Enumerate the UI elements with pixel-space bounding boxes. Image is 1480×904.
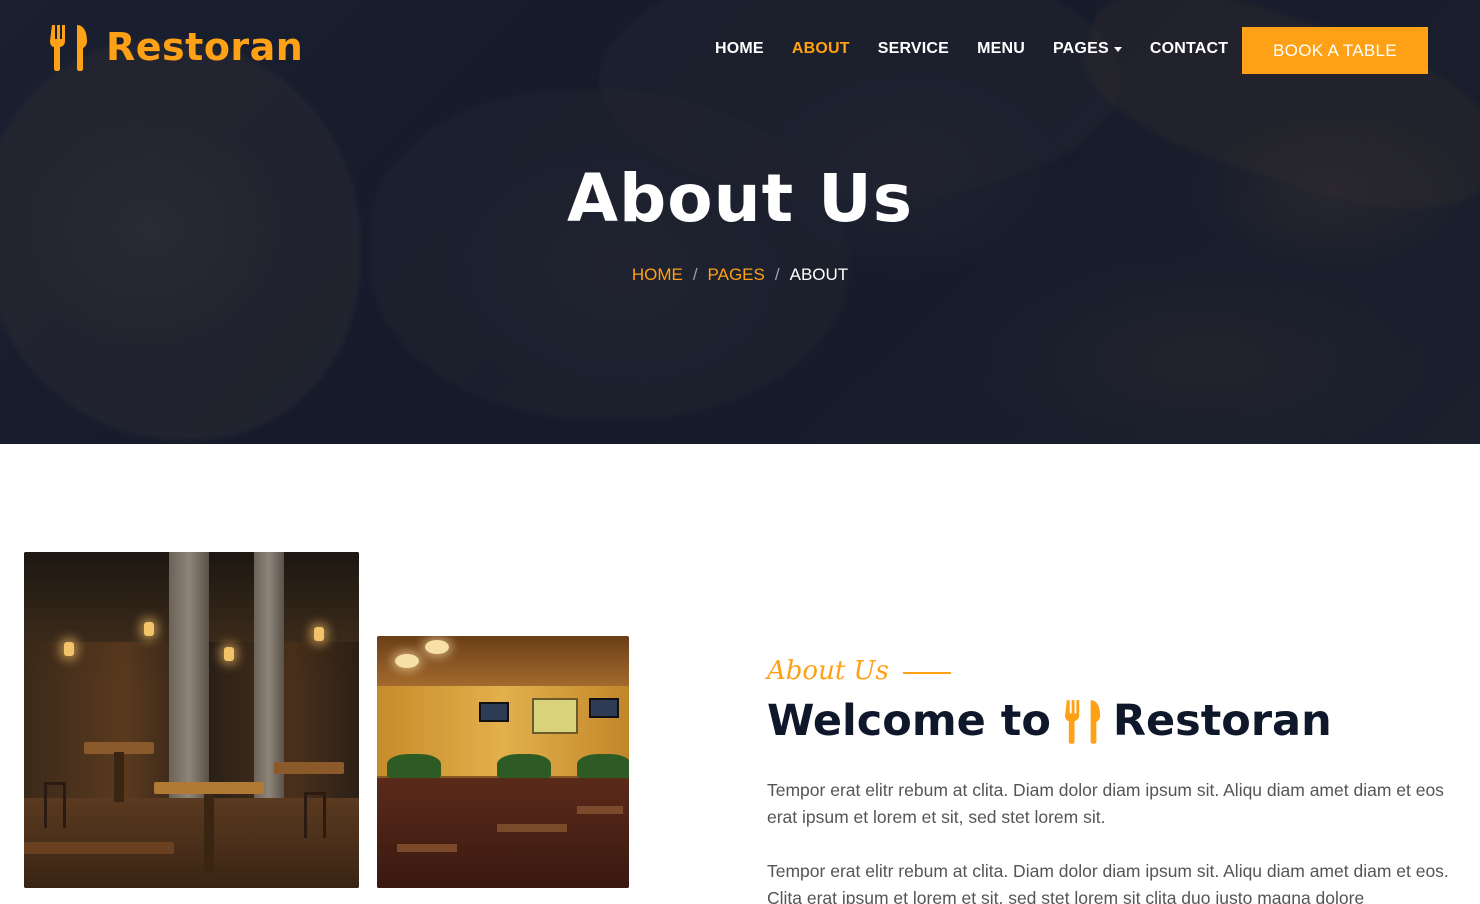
- photo-chandelier: [395, 654, 419, 668]
- photo-chair: [304, 792, 326, 838]
- breadcrumb-pages[interactable]: PAGES: [708, 265, 765, 285]
- nav-item-pages-dropdown[interactable]: PAGES: [1053, 38, 1122, 60]
- photo-lamp: [64, 642, 74, 656]
- breadcrumb: HOME / PAGES / ABOUT: [0, 265, 1480, 285]
- breadcrumb-separator: /: [692, 265, 698, 284]
- page-title: About Us: [566, 160, 914, 237]
- photo-table-base: [114, 752, 124, 802]
- photo-artwork: [532, 698, 578, 734]
- photo-booth: [377, 778, 629, 888]
- photo-lamp: [224, 647, 234, 661]
- nav-item-pages-label: PAGES: [1052, 40, 1109, 57]
- heading-brand: Restoran: [1112, 696, 1332, 746]
- photo-plant: [387, 754, 441, 780]
- nav-item-home[interactable]: HOME: [715, 38, 764, 60]
- book-a-table-button[interactable]: BOOK A TABLE: [1242, 27, 1428, 74]
- photo-lamp: [144, 622, 154, 636]
- photo-table: [577, 806, 623, 814]
- breadcrumb-current: ABOUT: [789, 265, 849, 284]
- brand-logo-link[interactable]: Restoran: [50, 22, 303, 72]
- about-paragraph: Tempor erat elitr rebum at clita. Diam d…: [767, 861, 1449, 904]
- nav-item-contact[interactable]: CONTACT: [1150, 38, 1228, 60]
- breadcrumb-home[interactable]: HOME: [632, 265, 683, 285]
- photo-plant: [577, 754, 629, 780]
- nav-item-service[interactable]: SERVICE: [878, 38, 949, 60]
- photo-table: [397, 844, 457, 852]
- photo-table-base: [204, 794, 214, 874]
- photo-tv: [479, 702, 509, 722]
- main-nav: HOME ABOUT SERVICE MENU PAGES CONTACT: [715, 38, 1256, 60]
- photo-table: [274, 762, 344, 774]
- utensils-icon: [50, 25, 87, 71]
- photo-table: [24, 842, 174, 854]
- subtitle-decorative-line: [902, 672, 951, 674]
- about-paragraph: Tempor erat elitr rebum at clita. Diam d…: [767, 780, 1444, 827]
- photo-lamp: [314, 627, 324, 641]
- photo-table: [154, 782, 264, 794]
- nav-item-menu[interactable]: MENU: [977, 38, 1025, 60]
- section-subtitle-text: About Us: [767, 656, 889, 686]
- photo-tv: [589, 698, 619, 718]
- photo-chandelier: [425, 640, 449, 654]
- section-heading: Welcome to Restoran: [767, 696, 1332, 746]
- brand-name: Restoran: [106, 25, 304, 69]
- heading-prefix: Welcome to: [767, 696, 1051, 746]
- section-subtitle: About Us: [767, 656, 951, 686]
- nav-item-about[interactable]: ABOUT: [792, 38, 850, 60]
- photo-plant: [497, 754, 551, 780]
- page-header-hero: Restoran HOME ABOUT SERVICE MENU PAGES C…: [0, 0, 1480, 444]
- breadcrumb-separator: /: [774, 265, 780, 284]
- utensils-icon: [1064, 700, 1101, 744]
- photo-table: [497, 824, 567, 832]
- photo-chair: [44, 782, 66, 828]
- dining-room-photo: [377, 636, 629, 888]
- caret-down-icon: [1113, 47, 1122, 52]
- restaurant-interior-photo: [24, 552, 359, 888]
